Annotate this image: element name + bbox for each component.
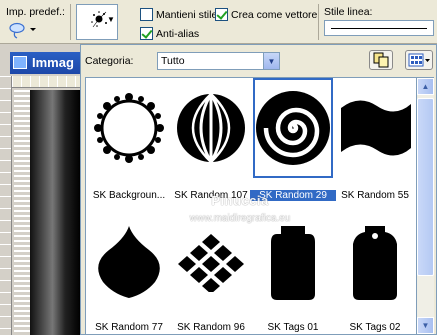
image-window-title: Immag (32, 55, 74, 70)
category-label: Categoria: (85, 55, 134, 67)
diamond-grid-shape-icon (178, 234, 244, 292)
shape-item-label: SK Random 107 (174, 190, 248, 201)
vertical-scrollbar[interactable]: ▲ ▼ (417, 77, 434, 335)
shape-item-label: SK Random 96 (177, 322, 245, 333)
jar-tag-shape-icon (271, 226, 315, 300)
shape-thumbnail-grid: SK Backgroun... SK Random 107 SK Random … (85, 77, 417, 335)
toolbar-divider (318, 4, 319, 40)
shape-item-sk-random-107[interactable]: SK Random 107 (170, 78, 252, 201)
stile-linea-label: Stile linea: (324, 6, 373, 18)
tag-shape-icon (353, 226, 397, 300)
crea-vettore-label: Crea come vettore (231, 8, 318, 21)
shape-dropdown-arrow[interactable]: ▼ (107, 15, 115, 24)
canvas-image (30, 90, 80, 335)
shape-picker-panel: Categoria: Tutto ▼ SK Backgroun... SK Ra… (80, 44, 437, 335)
line-style-selector[interactable] (324, 20, 434, 36)
mantieni-stile-label: Mantieni stile (156, 8, 218, 21)
image-window-icon (13, 56, 27, 69)
category-value: Tutto (161, 55, 185, 67)
shape-item-sk-random-96[interactable]: SK Random 96 (170, 210, 252, 333)
horizontal-ruler (12, 76, 80, 88)
onion-dome-shape-icon (98, 226, 160, 298)
mantieni-stile-option[interactable]: Mantieni stile (140, 8, 217, 21)
shape-item-sk-random-29[interactable]: SK Random 29 (250, 78, 336, 201)
scroll-down-button[interactable]: ▼ (417, 317, 434, 334)
preset-label: Imp. predef.: (6, 6, 65, 18)
copy-files-icon (373, 52, 389, 68)
shape-item-label: SK Random 29 (250, 190, 336, 201)
shape-item-sk-tags-02[interactable]: SK Tags 02 (334, 210, 416, 333)
canvas-edge (14, 90, 30, 335)
scroll-thumb[interactable] (417, 98, 434, 276)
striped-sphere-shape-icon (177, 93, 245, 163)
vertical-ruler (0, 76, 12, 335)
shape-item-label: SK Random 77 (95, 322, 163, 333)
preset-dropdown[interactable] (6, 19, 38, 40)
crea-vettore-checkbox[interactable] (215, 8, 228, 21)
shape-item-sk-tags-01[interactable]: SK Tags 01 (252, 210, 334, 333)
tool-options-bar: Imp. predef.: ▼ Mantieni stile Crea come… (0, 0, 437, 44)
toolbar-divider (70, 4, 71, 40)
spiral-shape-icon (256, 91, 330, 165)
category-dropdown[interactable]: Tutto ▼ (157, 52, 280, 70)
view-options-button[interactable] (405, 50, 433, 70)
chevron-down-icon[interactable]: ▼ (263, 53, 279, 69)
lasso-preset-icon (9, 22, 36, 39)
shape-item-label: SK Tags 01 (267, 322, 319, 333)
shape-item-sk-random-77[interactable]: SK Random 77 (88, 210, 170, 333)
crea-vettore-option[interactable]: Crea come vettore (215, 8, 317, 21)
sun-ring-shape-icon (94, 93, 164, 163)
resource-manager-button[interactable] (369, 50, 393, 70)
shape-item-label: SK Backgroun... (92, 190, 166, 201)
wave-flag-shape-icon (341, 100, 411, 156)
mantieni-stile-checkbox[interactable] (140, 8, 153, 21)
shape-item-sk-random-55[interactable]: SK Random 55 (334, 78, 416, 201)
shape-item-label: SK Random 55 (341, 190, 409, 201)
anti-alias-label: Anti-alias (156, 27, 200, 40)
shape-item-label: SK Tags 02 (349, 322, 401, 333)
thumbnail-view-icon (408, 53, 430, 67)
shape-item-sk-background[interactable]: SK Backgroun... (88, 78, 170, 201)
image-window-titlebar[interactable]: Immag (10, 52, 80, 74)
anti-alias-checkbox[interactable] (140, 27, 153, 40)
scroll-up-button[interactable]: ▲ (417, 78, 434, 95)
anti-alias-option[interactable]: Anti-alias (140, 27, 199, 40)
